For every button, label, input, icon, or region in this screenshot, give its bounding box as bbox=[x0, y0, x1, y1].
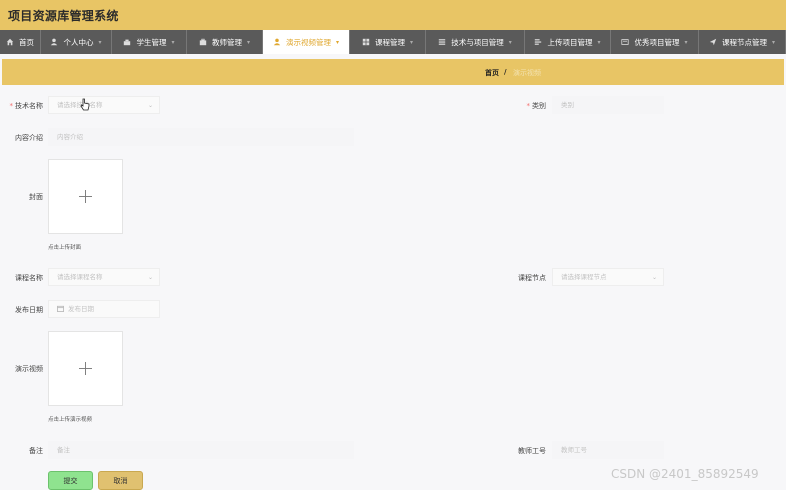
nav-item-home[interactable]: 首页 bbox=[0, 30, 41, 54]
chevron-down-icon: ▾ bbox=[684, 38, 688, 46]
list-icon bbox=[438, 38, 446, 46]
card-icon bbox=[621, 38, 630, 46]
intro-label: 内容介绍 bbox=[15, 134, 43, 142]
chevron-down-icon: ⌄ bbox=[147, 102, 153, 109]
nav-item-tech-project-management[interactable]: 技术与项目管理 ▾ bbox=[426, 30, 525, 54]
chevron-down-icon: ▾ bbox=[171, 38, 175, 46]
publish-date-picker[interactable]: 发布日期 bbox=[48, 300, 160, 318]
app-title: 项目资源库管理系统 bbox=[8, 9, 119, 23]
nav-item-student-management[interactable]: 学生管理 ▾ bbox=[112, 30, 187, 54]
chevron-down-icon: ▾ bbox=[409, 38, 413, 46]
teacher-id-input[interactable]: 教师工号 bbox=[552, 441, 664, 459]
submit-button[interactable]: 提交 bbox=[48, 471, 93, 490]
nav-item-teacher-management[interactable]: 教师管理 ▾ bbox=[187, 30, 263, 54]
intro-input[interactable]: 内容介绍 bbox=[48, 128, 354, 146]
breadcrumb-current: 演示视频 bbox=[513, 69, 541, 77]
chevron-down-icon: ▾ bbox=[771, 38, 775, 46]
breadcrumb: 首页 / 演示视频 bbox=[2, 59, 784, 85]
course-name-select[interactable]: 请选择课程名称 ⌄ bbox=[48, 268, 160, 286]
chevron-down-icon: ⌄ bbox=[147, 274, 153, 281]
list-icon bbox=[534, 38, 542, 46]
nav-item-course-management[interactable]: 课程管理 ▾ bbox=[350, 30, 426, 54]
user-icon bbox=[123, 38, 131, 46]
user-icon bbox=[50, 38, 58, 46]
tech-name-select[interactable]: 请选择技术名称 ⌄ bbox=[48, 96, 160, 114]
briefcase-icon bbox=[199, 38, 207, 46]
user-icon bbox=[273, 38, 281, 46]
remark-label: 备注 bbox=[29, 447, 43, 455]
video-uploader[interactable] bbox=[48, 331, 123, 406]
cover-uploader[interactable] bbox=[48, 159, 123, 234]
nav-item-upload-project-management[interactable]: 上传项目管理 ▾ bbox=[525, 30, 611, 54]
nav-item-excellent-project-management[interactable]: 优秀项目管理 ▾ bbox=[611, 30, 699, 54]
breadcrumb-separator: / bbox=[504, 68, 507, 76]
teacher-id-label: 教师工号 bbox=[518, 447, 546, 455]
nav-item-course-node-management[interactable]: 课程节点管理 ▾ bbox=[699, 30, 786, 54]
nav-item-personal-center[interactable]: 个人中心 ▾ bbox=[41, 30, 112, 54]
calendar-icon bbox=[57, 305, 64, 312]
cancel-button[interactable]: 取消 bbox=[98, 471, 143, 490]
cover-label: 封面 bbox=[29, 193, 43, 201]
grid-icon bbox=[362, 38, 370, 46]
video-label: 演示视频 bbox=[15, 365, 43, 373]
plus-icon bbox=[79, 362, 92, 375]
chevron-down-icon: ▾ bbox=[508, 38, 512, 46]
breadcrumb-home[interactable]: 首页 bbox=[485, 68, 499, 78]
plus-icon bbox=[79, 190, 92, 203]
app-header: 项目资源库管理系统 bbox=[0, 0, 786, 30]
course-node-select[interactable]: 请选择课程节点 ⌄ bbox=[552, 268, 664, 286]
chevron-down-icon: ▾ bbox=[335, 38, 339, 46]
chevron-down-icon: ▾ bbox=[98, 38, 102, 46]
chevron-down-icon: ⌄ bbox=[651, 274, 657, 281]
main-nav: 首页 个人中心 ▾ 学生管理 ▾ 教师管理 ▾ 演示视频管理 ▾ 课程管理 ▾ … bbox=[0, 30, 786, 54]
category-input[interactable]: 类别 bbox=[552, 96, 664, 114]
remark-input[interactable]: 备注 bbox=[48, 441, 354, 459]
tech-name-label: * 技术名称 bbox=[9, 102, 44, 110]
send-icon bbox=[709, 38, 717, 46]
nav-item-demo-video-management[interactable]: 演示视频管理 ▾ bbox=[263, 30, 350, 54]
watermark: CSDN @2401_85892549 bbox=[611, 467, 759, 481]
chevron-down-icon: ▾ bbox=[246, 38, 250, 46]
video-hint: 点击上传演示视频 bbox=[48, 417, 93, 423]
course-name-label: 课程名称 bbox=[15, 274, 43, 282]
course-node-label: 课程节点 bbox=[518, 274, 546, 282]
publish-date-label: 发布日期 bbox=[15, 306, 43, 314]
chevron-down-icon: ▾ bbox=[597, 38, 601, 46]
category-label: * 类别 bbox=[526, 102, 547, 110]
pointer-cursor-icon bbox=[80, 98, 90, 111]
home-icon bbox=[6, 38, 14, 46]
cover-hint: 点击上传封面 bbox=[48, 245, 82, 251]
